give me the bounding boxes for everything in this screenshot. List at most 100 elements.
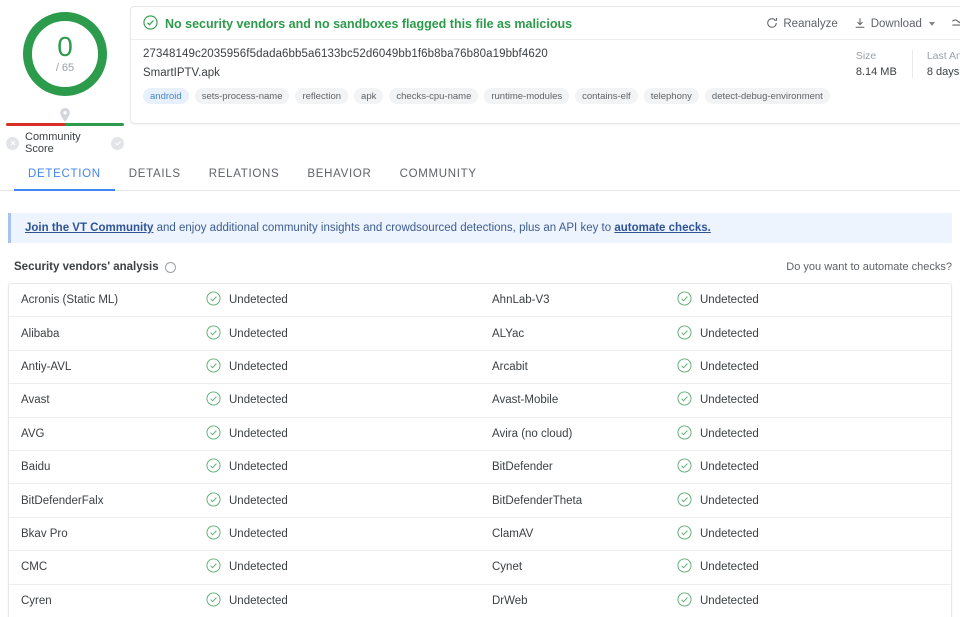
- vendor-name: BitDefenderFalx: [21, 494, 104, 507]
- check-circle-icon: [206, 592, 221, 610]
- tag-runtime-modules[interactable]: runtime-modules: [484, 88, 570, 104]
- table-row-left[interactable]: Antiy-AVL Undetected: [9, 351, 480, 385]
- check-circle-icon: [206, 492, 221, 510]
- check-circle-icon: [677, 525, 692, 543]
- download-button[interactable]: Download: [854, 17, 935, 32]
- tag-contains-elf[interactable]: contains-elf: [575, 88, 638, 104]
- check-circle-icon: [206, 358, 221, 376]
- file-tags: android sets-process-name reflection apk…: [143, 88, 830, 104]
- table-row-right[interactable]: DrWeb Undetected: [480, 585, 951, 617]
- download-label: Download: [870, 18, 922, 30]
- map-pin-icon: [60, 108, 71, 127]
- vendor-name: AVG: [21, 427, 45, 440]
- check-circle-icon: [677, 358, 692, 376]
- tab-detection[interactable]: DETECTION: [14, 158, 115, 191]
- table-row-right[interactable]: BitDefender Undetected: [480, 451, 951, 485]
- reanalyze-button[interactable]: Reanalyze: [766, 17, 838, 32]
- table-row-right[interactable]: ClamAV Undetected: [480, 518, 951, 552]
- vendor-result: Undetected: [206, 425, 288, 443]
- vendor-result: Undetected: [677, 425, 759, 443]
- table-row-right[interactable]: Cynet Undetected: [480, 551, 951, 585]
- vendor-result: Undetected: [206, 492, 288, 510]
- vendor-name: ALYac: [492, 327, 525, 340]
- info-icon[interactable]: [164, 261, 176, 273]
- thumbs-down-icon[interactable]: [6, 136, 19, 150]
- vendor-result-label: Undetected: [229, 394, 288, 407]
- tab-relations[interactable]: RELATIONS: [195, 158, 294, 191]
- vendor-result-label: Undetected: [700, 394, 759, 407]
- file-summary: 0 / 65 Community Score No security vendo…: [0, 0, 960, 155]
- thumbs-up-icon[interactable]: [111, 136, 124, 150]
- vendor-name: Acronis (Static ML): [21, 294, 119, 307]
- table-row-left[interactable]: Baidu Undetected: [9, 451, 480, 485]
- community-label-row: Community Score: [6, 131, 124, 155]
- table-row-left[interactable]: CMC Undetected: [9, 551, 480, 585]
- automate-checks-link[interactable]: automate checks.: [614, 222, 711, 234]
- tag-apk[interactable]: apk: [354, 88, 384, 104]
- table-row-left[interactable]: Bkav Pro Undetected: [9, 518, 480, 552]
- table-row-right[interactable]: BitDefenderTheta Undetected: [480, 484, 951, 518]
- vendors-analysis-header: Security vendors' analysis Do you want t…: [0, 243, 960, 283]
- check-circle-icon: [206, 525, 221, 543]
- tag-android[interactable]: android: [143, 88, 189, 104]
- check-circle-icon: [206, 325, 221, 343]
- meta-last-analysis: Last Analysis Date 8 days ago: [911, 50, 960, 78]
- vendor-result-label: Undetected: [229, 594, 288, 607]
- table-row-right[interactable]: Avast-Mobile Undetected: [480, 384, 951, 418]
- table-row-right[interactable]: Avira (no cloud) Undetected: [480, 418, 951, 451]
- tag-reflection[interactable]: reflection: [295, 88, 349, 104]
- vendor-result: Undetected: [677, 558, 759, 576]
- table-row-right[interactable]: ALYac Undetected: [480, 317, 951, 351]
- check-circle-icon: [677, 425, 692, 443]
- vendor-result-label: Undetected: [700, 327, 759, 340]
- tab-behavior[interactable]: BEHAVIOR: [293, 158, 385, 191]
- vendor-name: Cynet: [492, 561, 523, 574]
- vendors-title-group: Security vendors' analysis: [14, 261, 176, 273]
- tag-telephony[interactable]: telephony: [643, 88, 699, 104]
- detection-total: / 65: [55, 62, 75, 74]
- tag-sets-process-name[interactable]: sets-process-name: [194, 88, 290, 104]
- community-join-banner: Join the VT Community and enjoy addition…: [8, 213, 952, 243]
- tab-community[interactable]: COMMUNITY: [386, 158, 491, 191]
- file-identity: 27348149c2035956f5dada6bb5a6133bc52d6049…: [131, 40, 842, 123]
- vendor-result: Undetected: [206, 391, 288, 409]
- similar-button[interactable]: Similar: [951, 17, 960, 32]
- table-row-left[interactable]: Avast Undetected: [9, 384, 480, 418]
- file-name: SmartIPTV.apk: [143, 67, 220, 79]
- tag-detect-debug-environment[interactable]: detect-debug-environment: [704, 88, 830, 104]
- vendor-name: Arcabit: [492, 360, 528, 373]
- vendor-result-label: Undetected: [700, 494, 759, 507]
- table-row-right[interactable]: Arcabit Undetected: [480, 351, 951, 385]
- vendor-result: Undetected: [677, 458, 759, 476]
- automate-checks-prompt[interactable]: Do you want to automate checks?: [786, 261, 952, 273]
- vendor-result-label: Undetected: [229, 461, 288, 474]
- vendor-name: Antiy-AVL: [21, 360, 72, 373]
- vendor-result-label: Undetected: [229, 561, 288, 574]
- tab-details[interactable]: DETAILS: [115, 158, 195, 191]
- vendor-result-label: Undetected: [700, 594, 759, 607]
- vendor-result: Undetected: [206, 525, 288, 543]
- community-score-widget: Community Score: [6, 108, 124, 155]
- tag-checks-cpu-name[interactable]: checks-cpu-name: [389, 88, 479, 104]
- vendor-name: Baidu: [21, 461, 51, 474]
- table-row-left[interactable]: AVG Undetected: [9, 418, 480, 451]
- vendor-result: Undetected: [677, 391, 759, 409]
- table-row-left[interactable]: Cyren Undetected: [9, 585, 480, 617]
- detection-count: 0: [57, 31, 73, 62]
- vendor-result-label: Undetected: [229, 427, 288, 440]
- table-row-left[interactable]: Alibaba Undetected: [9, 317, 480, 351]
- join-vt-community-link[interactable]: Join the VT Community: [25, 222, 153, 234]
- vendor-result: Undetected: [677, 592, 759, 610]
- table-row-left[interactable]: BitDefenderFalx Undetected: [9, 484, 480, 518]
- vendor-result: Undetected: [206, 458, 288, 476]
- table-row-left[interactable]: Acronis (Static ML) Undetected: [9, 284, 480, 318]
- vendor-result-label: Undetected: [229, 494, 288, 507]
- meta-last-analysis-label: Last Analysis Date: [926, 50, 960, 62]
- vendors-table: Acronis (Static ML) Undetected AhnLab-V3…: [8, 283, 952, 617]
- table-row-right[interactable]: AhnLab-V3 Undetected: [480, 284, 951, 318]
- check-circle-icon: [677, 458, 692, 476]
- vendor-name: Avira (no cloud): [492, 427, 573, 440]
- check-circle-icon: [677, 325, 692, 343]
- check-circle-icon: [677, 391, 692, 409]
- vendor-result-label: Undetected: [700, 427, 759, 440]
